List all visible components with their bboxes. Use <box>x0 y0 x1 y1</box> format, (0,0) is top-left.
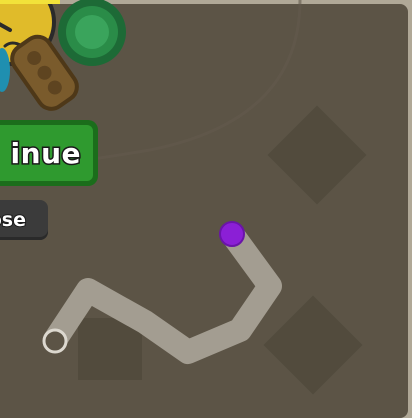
top-bar <box>0 0 60 4</box>
movement-trail <box>43 222 282 364</box>
close-button-label: ose <box>0 208 27 232</box>
trail-start-marker <box>42 328 68 354</box>
continue-button-label: inue <box>9 135 82 171</box>
trail-layer <box>0 0 302 364</box>
player-marker[interactable] <box>219 221 245 247</box>
continue-button[interactable]: inue <box>0 120 98 186</box>
close-button[interactable]: ose <box>0 200 48 240</box>
clover-petal-icon <box>58 0 126 66</box>
game-canvas[interactable]: inue ose <box>0 0 412 418</box>
continue-button-face[interactable]: inue <box>0 125 93 181</box>
